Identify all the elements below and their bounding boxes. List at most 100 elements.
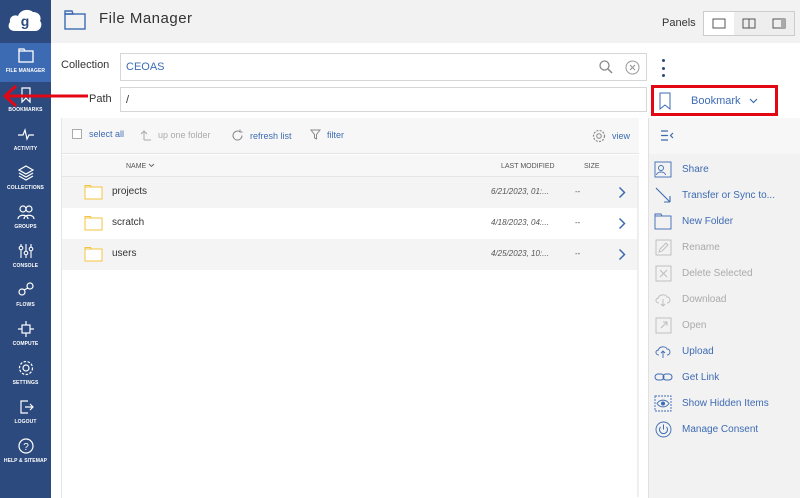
new-folder-action[interactable]: New Folder	[653, 210, 733, 232]
sidebar-item-help[interactable]: ? HELP & SITEMAP	[0, 433, 51, 472]
view-button[interactable]: view	[592, 129, 630, 143]
share-action[interactable]: Share	[653, 158, 709, 180]
chevron-down-icon	[148, 163, 155, 168]
refresh-list-button[interactable]: refresh list	[231, 129, 292, 142]
compute-icon	[17, 321, 34, 337]
file-toolbar: select all up one folder refresh list fi…	[62, 118, 639, 154]
collapse-panel-icon[interactable]	[660, 130, 674, 141]
bookmark-label: Bookmark	[691, 94, 741, 107]
single-panel-icon	[712, 18, 726, 29]
sidebar-item-groups[interactable]: GROUPS	[0, 199, 51, 238]
file-row-users[interactable]: users 4/25/2023, 10:... --	[62, 239, 639, 270]
up-folder-icon	[140, 130, 151, 141]
view-label: view	[612, 131, 631, 141]
rename-action[interactable]: Rename	[653, 236, 720, 258]
chevron-down-icon	[749, 98, 757, 103]
new-folder-icon	[654, 213, 672, 229]
folder-icon	[84, 216, 103, 231]
file-manager-icon	[17, 48, 34, 63]
path-value: /	[126, 93, 130, 106]
name-column-header[interactable]: NAME	[126, 163, 155, 170]
clear-icon[interactable]	[625, 60, 640, 75]
download-icon	[655, 293, 671, 307]
action-label: Rename	[682, 241, 720, 253]
last-modified-column-header[interactable]: LAST MODIFIED	[501, 163, 555, 170]
search-icon[interactable]	[599, 60, 613, 74]
action-label: Transfer or Sync to...	[682, 189, 775, 201]
svg-text:?: ?	[23, 442, 29, 453]
transfer-action[interactable]: Transfer or Sync to...	[653, 184, 775, 206]
path-input[interactable]: /	[120, 87, 647, 112]
show-hidden-items-action[interactable]: Show Hidden Items	[653, 392, 769, 414]
flows-icon	[17, 282, 34, 296]
actions-panel: Share Transfer or Sync to... New Folder …	[648, 118, 800, 498]
sidebar-item-label: COMPUTE	[12, 341, 39, 347]
chevron-right-icon[interactable]	[618, 186, 626, 199]
collection-label: Collection	[61, 59, 110, 71]
file-name: scratch	[112, 217, 145, 228]
up-one-folder-label: up one folder	[158, 130, 211, 140]
action-label: Download	[682, 293, 727, 305]
file-row-projects[interactable]: projects 6/21/2023, 01:... --	[62, 177, 639, 208]
gear-icon	[592, 129, 606, 143]
folder-icon	[84, 247, 103, 262]
kebab-dot-icon	[661, 66, 665, 70]
chevron-right-icon[interactable]	[618, 217, 626, 230]
name-column-label: NAME	[126, 163, 147, 170]
manage-consent-action[interactable]: Manage Consent	[653, 418, 758, 440]
bookmark-icon	[659, 92, 671, 110]
scrollbar[interactable]	[637, 177, 639, 497]
bookmark-dropdown[interactable]: Bookmark	[651, 85, 778, 116]
refresh-list-label: refresh list	[250, 130, 292, 141]
filter-button[interactable]: filter	[310, 129, 344, 140]
more-options-button[interactable]	[660, 59, 666, 77]
sidebar-item-label: SETTINGS	[12, 380, 39, 386]
file-size: --	[575, 187, 581, 196]
action-label: Show Hidden Items	[682, 397, 769, 409]
kebab-dot-icon	[661, 74, 665, 77]
sidebar: g FILE MANAGER BOOKMARKS ACTIVITY COLLEC…	[0, 0, 51, 498]
sidebar-item-settings[interactable]: SETTINGS	[0, 355, 51, 394]
header: File Manager Panels	[51, 0, 800, 43]
collections-icon	[17, 165, 34, 181]
get-link-action[interactable]: Get Link	[653, 366, 719, 388]
collection-input[interactable]: CEOAS	[120, 53, 647, 81]
open-icon	[655, 317, 671, 333]
select-all-button[interactable]: select all	[72, 129, 124, 139]
single-panel-button[interactable]	[704, 12, 734, 35]
delete-selected-action[interactable]: Delete Selected	[653, 262, 753, 284]
filter-icon	[310, 129, 321, 140]
open-action[interactable]: Open	[653, 314, 706, 336]
side-panel-button[interactable]	[764, 12, 794, 35]
share-icon	[654, 161, 672, 177]
logout-icon	[19, 400, 34, 414]
upload-action[interactable]: Upload	[653, 340, 714, 362]
sidebar-item-logout[interactable]: LOGOUT	[0, 394, 51, 433]
app-root: g FILE MANAGER BOOKMARKS ACTIVITY COLLEC…	[0, 0, 800, 498]
sidebar-item-label: LOGOUT	[14, 419, 37, 425]
file-name: projects	[112, 186, 148, 197]
sidebar-item-file-manager[interactable]: FILE MANAGER	[0, 43, 51, 82]
action-label: Open	[682, 319, 707, 331]
size-column-header[interactable]: SIZE	[584, 163, 600, 170]
rename-icon	[655, 239, 671, 255]
action-label: Share	[682, 163, 709, 175]
delete-icon	[655, 265, 671, 281]
filter-label: filter	[327, 129, 345, 140]
sidebar-item-console[interactable]: CONSOLE	[0, 238, 51, 277]
sidebar-item-label: GROUPS	[14, 224, 37, 230]
globus-logo-icon[interactable]: g	[6, 5, 44, 35]
link-icon	[654, 373, 672, 381]
select-all-checkbox[interactable]	[72, 129, 82, 139]
up-one-folder-button[interactable]: up one folder	[140, 129, 211, 141]
file-row-scratch[interactable]: scratch 4/18/2023, 04:... --	[62, 208, 639, 239]
main-content: Collection CEOAS Path / Bookmark select	[51, 43, 800, 498]
download-action[interactable]: Download	[653, 288, 726, 310]
action-label: Upload	[682, 345, 714, 357]
sidebar-item-flows[interactable]: FLOWS	[0, 277, 51, 316]
sidebar-item-collections[interactable]: COLLECTIONS	[0, 160, 51, 199]
dual-panel-button[interactable]	[734, 12, 764, 35]
chevron-right-icon[interactable]	[618, 248, 626, 261]
sidebar-item-compute[interactable]: COMPUTE	[0, 316, 51, 355]
sidebar-item-activity[interactable]: ACTIVITY	[0, 121, 51, 160]
